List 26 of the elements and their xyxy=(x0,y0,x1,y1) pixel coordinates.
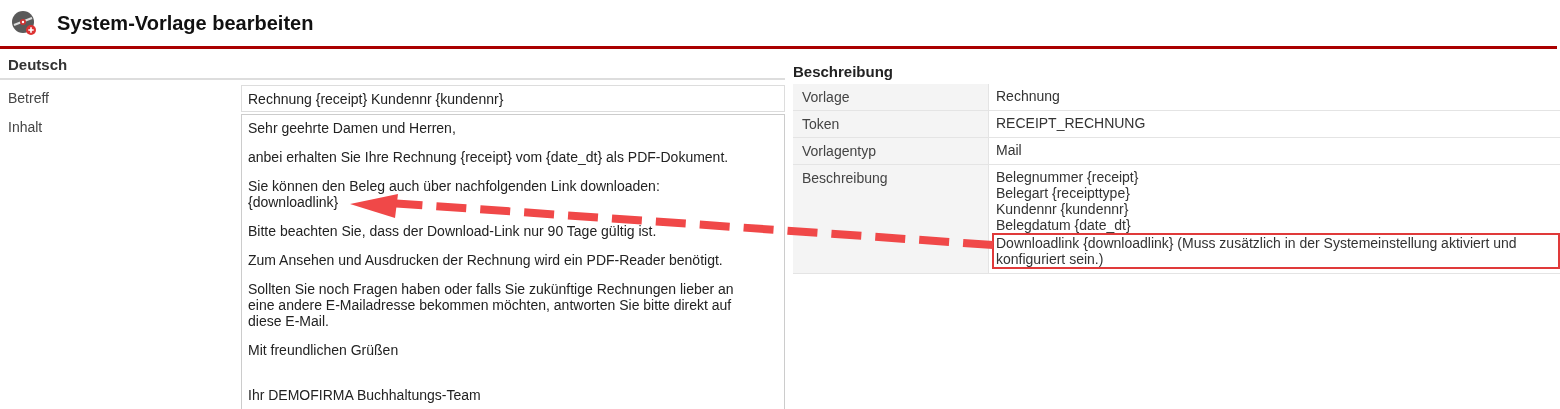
body-paragraph: Sollten Sie noch Fragen haben oder falls Sie zukünftige Rechnungen lieber an eine andere E-Mailadresse bekommen möchten, antworten Sie bitte direkt auf diese E-Mail. xyxy=(248,281,734,329)
body-paragraph: Bitte beachten Sie, dass der Download-Link nur 90 Tage gültig ist. xyxy=(248,223,657,239)
field-label: Betreff xyxy=(7,89,50,108)
body-paragraph: anbei erhalten Sie Ihre Rechnung {receipt} vom {date_dt} als PDF-Dokument. xyxy=(248,149,729,165)
description-line: Belegnummer {receipt} xyxy=(996,169,1140,185)
window-title: System-Vorlage bearbeiten xyxy=(57,11,314,35)
disc-icon xyxy=(11,10,37,36)
body-paragraph: Sie können den Beleg auch über nachfolgenden Link downloaden: {downloadlink} xyxy=(248,178,660,210)
body-paragraph: Ihr DEMOFIRMA Buchhaltungs-Team xyxy=(248,386,481,403)
description-line: Rechnung xyxy=(996,88,1060,104)
table-cell: Beschreibung xyxy=(793,165,989,273)
description-line: RECEIPT_RECHNUNG xyxy=(996,115,1146,131)
body-paragraph: Mit freundlichen Grüßen xyxy=(248,342,399,358)
section-title: Deutsch xyxy=(0,49,785,80)
table-cell: Token xyxy=(793,111,989,137)
field-label: Inhalt xyxy=(7,118,44,137)
description-line: Mail xyxy=(996,142,1022,158)
description-line: Belegdatum {date_dt} xyxy=(996,217,1132,233)
description-line: Belegart {receipttype} xyxy=(996,185,1131,201)
table-cell: Vorlage xyxy=(793,84,989,110)
section-title: Beschreibung xyxy=(793,62,895,82)
description-line: Kundennr {kundennr} xyxy=(996,201,1130,217)
subject-field[interactable]: Rechnung {receipt} Kundennr {kundennr} xyxy=(241,85,785,112)
table-cell: Vorlagentyp xyxy=(793,138,989,164)
body-paragraph: Sehr geehrte Damen und Herren, xyxy=(248,120,456,136)
body-paragraph: Zum Ansehen und Ausdrucken der Rechnung wird ein PDF-Reader benötigt. xyxy=(248,252,723,268)
